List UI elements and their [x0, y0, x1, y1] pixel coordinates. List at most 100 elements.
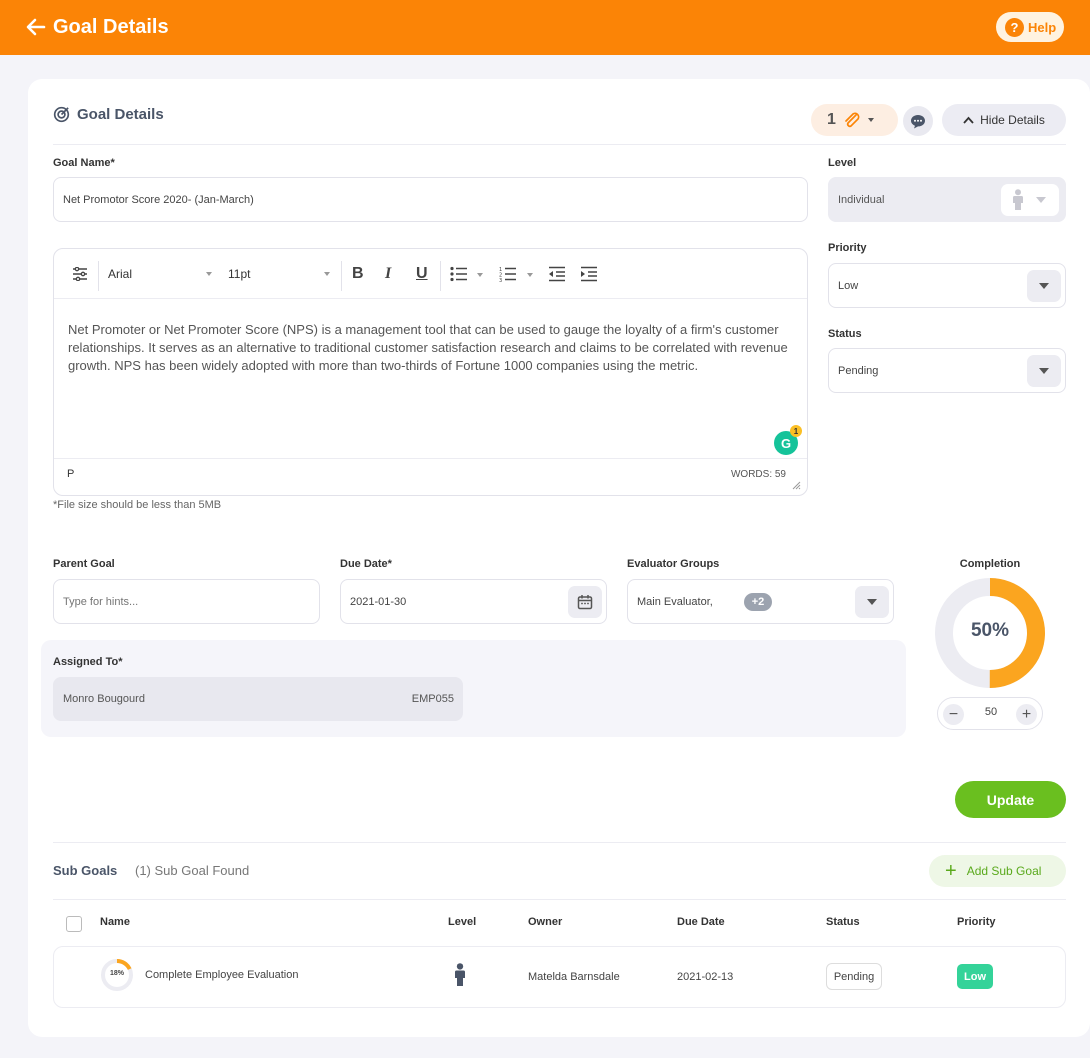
status-badge: Pending [826, 963, 882, 990]
calendar-button[interactable] [568, 586, 602, 618]
chevron-down-icon [1036, 197, 1046, 203]
svg-text:3: 3 [499, 278, 502, 282]
resize-handle-icon[interactable] [792, 481, 801, 490]
underline-button[interactable]: U [416, 264, 428, 284]
hide-details-button[interactable]: Hide Details [942, 104, 1066, 136]
sub-goal-name[interactable]: Complete Employee Evaluation [145, 969, 298, 981]
indent-icon[interactable] [580, 266, 598, 282]
chevron-down-icon [206, 272, 212, 276]
increase-button[interactable]: + [1016, 704, 1037, 725]
editor-toolbar: Arial 11pt B I U 1 2 3 [54, 249, 807, 299]
due-date-label: Due Date* [340, 558, 392, 570]
font-family-value: Arial [108, 267, 133, 281]
sub-goals-count: (1) Sub Goal Found [135, 863, 250, 878]
goal-name-value: Net Promotor Score 2020- (Jan-March) [63, 193, 254, 206]
column-header-due-date[interactable]: Due Date [677, 916, 725, 928]
decrease-button[interactable]: − [943, 704, 964, 725]
font-size-value: 11pt [228, 267, 251, 281]
toolbar-separator [341, 261, 342, 291]
outdent-icon[interactable] [548, 266, 566, 282]
priority-select[interactable]: Low [828, 263, 1066, 308]
back-arrow-icon[interactable] [26, 17, 46, 37]
level-select: Individual [828, 177, 1066, 222]
select-all-checkbox[interactable] [66, 916, 82, 932]
divider [53, 144, 1066, 145]
column-header-priority[interactable]: Priority [957, 916, 996, 928]
chevron-down-icon [867, 118, 874, 122]
due-date-value: 2021-01-30 [350, 595, 407, 608]
help-button[interactable]: ? Help [996, 12, 1064, 42]
divider [53, 842, 1066, 843]
priority-badge: Low [957, 964, 993, 989]
chevron-down-icon[interactable] [527, 273, 533, 277]
priority-dropdown-toggle[interactable] [1027, 270, 1061, 302]
status-select[interactable]: Pending [828, 348, 1066, 393]
status-dropdown-toggle[interactable] [1027, 355, 1061, 387]
italic-button[interactable]: I [385, 264, 391, 284]
evaluator-dropdown-toggle[interactable] [855, 586, 889, 618]
goal-name-input[interactable]: Net Promotor Score 2020- (Jan-March) [53, 177, 808, 222]
completion-stepper: − 50 + [937, 697, 1043, 730]
priority-value: Low [838, 279, 859, 292]
help-label: Help [1028, 19, 1057, 35]
comment-icon [911, 114, 925, 128]
level-value: Individual [838, 193, 885, 206]
assigned-to-label: Assigned To* [53, 656, 123, 668]
description-text[interactable]: Net Promoter or Net Promoter Score (NPS)… [68, 321, 798, 375]
parent-goal-label: Parent Goal [53, 558, 115, 570]
hide-details-label: Hide Details [980, 113, 1045, 127]
font-size-select[interactable]: 11pt [228, 264, 330, 284]
chevron-down-icon [1039, 368, 1049, 374]
divider [53, 899, 1066, 900]
attachment-count: 1 [827, 111, 836, 128]
column-header-owner[interactable]: Owner [528, 916, 562, 928]
description-editor: Arial 11pt B I U 1 2 3 Net Promoter or N… [53, 248, 808, 496]
chevron-down-icon[interactable] [477, 273, 483, 277]
completion-label: Completion [959, 558, 1021, 570]
target-icon [53, 106, 70, 123]
update-button[interactable]: Update [955, 781, 1066, 818]
bold-button[interactable]: B [352, 264, 364, 284]
paperclip-icon [845, 112, 860, 128]
toolbar-separator [440, 261, 441, 291]
sub-goal-due-date: 2021-02-13 [677, 971, 734, 983]
column-header-level[interactable]: Level [448, 916, 476, 928]
chevron-up-icon [963, 116, 974, 124]
word-count: WORDS: 59 [730, 469, 786, 480]
completion-value[interactable]: 50 [968, 706, 1014, 718]
help-icon: ? [1005, 17, 1024, 37]
column-header-status[interactable]: Status [826, 916, 860, 928]
toolbar-separator [98, 261, 99, 291]
parent-goal-input[interactable] [54, 580, 319, 623]
calendar-icon [577, 595, 593, 610]
assignee-emp-id: EMP055 [411, 693, 454, 705]
goal-name-label: Goal Name* [53, 157, 115, 169]
comment-button[interactable] [903, 106, 933, 136]
person-icon [455, 963, 465, 986]
add-sub-goal-button[interactable]: + Add Sub Goal [929, 855, 1066, 887]
evaluator-groups-select[interactable]: Main Evaluator, +2 [627, 579, 894, 624]
person-icon [1013, 189, 1023, 210]
status-label: Status [828, 328, 862, 340]
element-path: P [67, 468, 75, 480]
plus-icon: + [945, 860, 957, 882]
evaluator-groups-label: Evaluator Groups [627, 558, 720, 570]
numbered-list-icon[interactable]: 1 2 3 [499, 266, 517, 282]
sliders-icon[interactable] [72, 267, 88, 281]
add-sub-goal-label: Add Sub Goal [966, 864, 1042, 878]
priority-label: Priority [828, 242, 867, 254]
sub-goal-owner: Matelda Barnsdale [528, 971, 620, 983]
grammarly-badge: 1 [790, 425, 802, 437]
chevron-down-icon [867, 599, 877, 605]
column-header-name[interactable]: Name [100, 916, 130, 928]
level-label: Level [828, 157, 857, 169]
chevron-down-icon [324, 272, 330, 276]
due-date-input[interactable]: 2021-01-30 [340, 579, 607, 624]
attachments-button[interactable]: 1 [811, 104, 898, 136]
font-family-select[interactable]: Arial [108, 264, 212, 284]
bullet-list-icon[interactable] [450, 266, 468, 282]
file-size-note: *File size should be less than 5MB [53, 499, 222, 511]
level-icon-box [1001, 184, 1059, 216]
goal-card [28, 79, 1090, 1037]
parent-goal-field [53, 579, 320, 624]
